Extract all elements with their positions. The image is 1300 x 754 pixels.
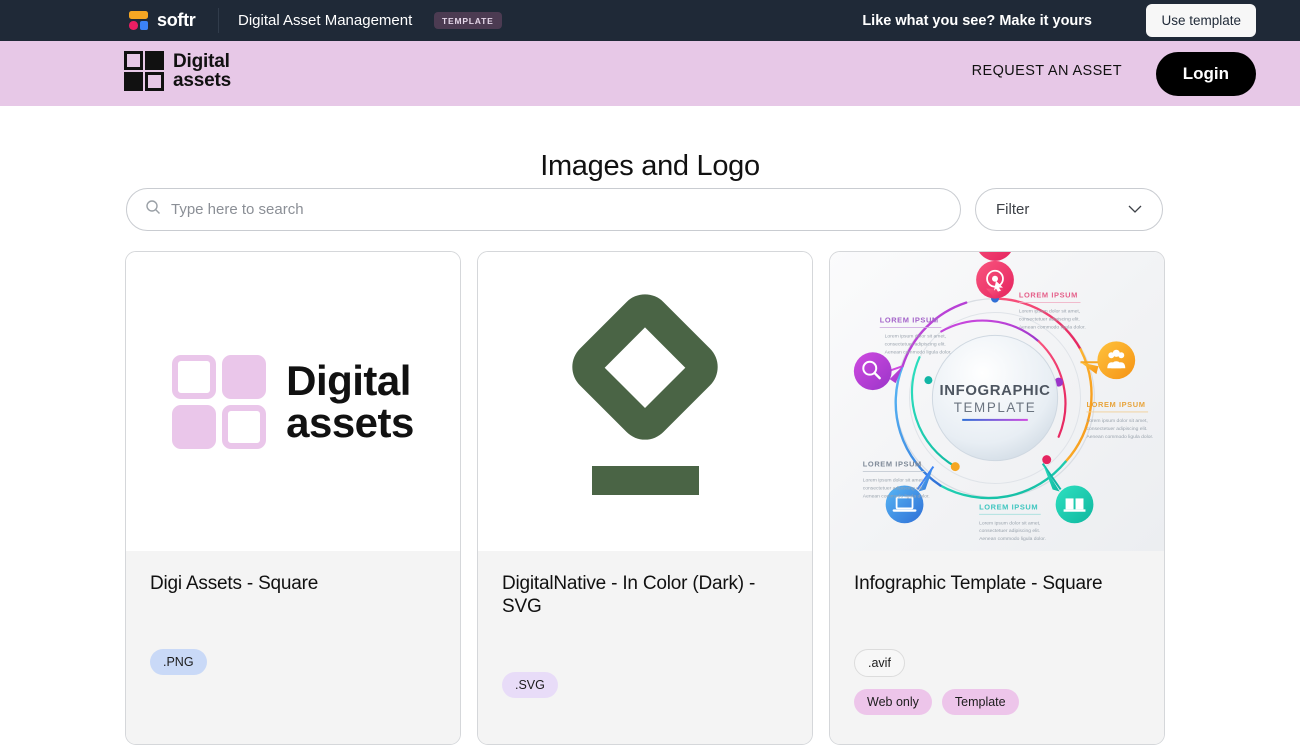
site-header: Digital assets REQUEST AN ASSET Login (0, 41, 1300, 106)
file-type-tag[interactable]: .SVG (502, 671, 558, 698)
artwork-grid-icon (172, 354, 267, 449)
asset-card-body: DigitalNative - In Color (Dark) - SVG .S… (478, 551, 812, 744)
svg-text:Aenean commodo ligula dolor.: Aenean commodo ligula dolor. (979, 536, 1046, 542)
asset-card-tag-row: .avif (854, 648, 1140, 677)
artwork-cell-outline-tl (172, 354, 217, 399)
svg-text:LOREM IPSUM: LOREM IPSUM (979, 502, 1038, 511)
svg-text:LOREM IPSUM: LOREM IPSUM (880, 315, 939, 324)
asset-card-image: INFOGRAPHIC TEMPLATE LOREM IPSUM Lorem i… (830, 252, 1164, 551)
page-title: Images and Logo (540, 150, 760, 182)
artwork-cell-filled-bl (172, 404, 217, 449)
bar-shape (591, 466, 699, 495)
svg-text:consectetuer adipiscing elit.: consectetuer adipiscing elit. (885, 341, 946, 347)
use-template-button[interactable]: Use template (1146, 4, 1256, 37)
svg-text:Lorem ipsum dolor sit amet,: Lorem ipsum dolor sit amet, (1086, 418, 1147, 424)
softr-cta-text: Like what you see? Make it yours (862, 12, 1092, 29)
artwork-cell-outline-br (222, 404, 267, 449)
asset-card-tag-row: .PNG (150, 648, 436, 675)
chevron-down-icon (1128, 201, 1142, 219)
search-filter-row: Filter (126, 188, 1163, 231)
infographic-svg: INFOGRAPHIC TEMPLATE LOREM IPSUM Lorem i… (853, 252, 1153, 542)
artwork-word-line-2: assets (286, 398, 414, 446)
site-logo-wordmark: Digital assets (173, 52, 231, 90)
search-input[interactable] (171, 201, 942, 218)
asset-card[interactable]: Digital assets Digi Assets - Square .PNG (125, 251, 461, 745)
infographic-template-artwork: INFOGRAPHIC TEMPLATE LOREM IPSUM Lorem i… (830, 252, 1164, 551)
diamond-hole-shape (604, 326, 686, 408)
digital-assets-logo-artwork: Digital assets (172, 354, 414, 449)
svg-text:LOREM IPSUM: LOREM IPSUM (1086, 400, 1145, 409)
softr-logo-mark (129, 11, 148, 30)
search-box[interactable] (126, 188, 961, 231)
login-button[interactable]: Login (1155, 52, 1256, 96)
softr-logo-square-shape (139, 21, 148, 30)
svg-text:Lorem ipsum dolor sit amet,: Lorem ipsum dolor sit amet, (863, 478, 924, 484)
logo-cell-filled-tr (145, 51, 164, 70)
artwork-word-line-1: Digital (286, 356, 411, 404)
svg-text:consectetuer adipiscing elit.: consectetuer adipiscing elit. (863, 485, 924, 491)
site-logo-line-2: assets (173, 70, 231, 91)
site-logo[interactable]: Digital assets (124, 51, 231, 91)
infographic-node-magnifier (853, 352, 903, 391)
file-type-tag[interactable]: .avif (854, 648, 905, 677)
svg-text:Lorem ipsum dolor sit amet,: Lorem ipsum dolor sit amet, (885, 333, 946, 339)
category-tag[interactable]: Web only (854, 688, 932, 715)
svg-text:Lorem ipsum dolor sit amet,: Lorem ipsum dolor sit amet, (1019, 309, 1080, 315)
template-badge: TEMPLATE (434, 12, 502, 29)
svg-text:LOREM IPSUM: LOREM IPSUM (1019, 291, 1078, 300)
request-an-asset-link[interactable]: REQUEST AN ASSET (972, 63, 1122, 79)
asset-card-grid: Digital assets Digi Assets - Square .PNG… (125, 251, 1165, 745)
asset-card-tag-row: .SVG (502, 671, 788, 698)
svg-text:Aenean commodo ligula dolor.: Aenean commodo ligula dolor. (1086, 434, 1153, 440)
infographic-node-book (1042, 463, 1094, 524)
category-tag[interactable]: Template (941, 688, 1019, 715)
filter-dropdown[interactable]: Filter (975, 188, 1163, 231)
svg-text:Aenean commodo ligula dolor.: Aenean commodo ligula dolor. (1019, 324, 1086, 330)
infographic-center-line-2: TEMPLATE (954, 400, 1037, 415)
softr-logo[interactable]: softr (129, 10, 196, 31)
header-divider (218, 8, 219, 33)
logo-cell-outline-tl (124, 51, 143, 70)
asset-card-body: Digi Assets - Square .PNG (126, 551, 460, 744)
asset-card-image (478, 252, 812, 551)
svg-text:consectetuer adipiscing elit.: consectetuer adipiscing elit. (979, 528, 1040, 534)
svg-text:Lorem ipsum dolor sit amet,: Lorem ipsum dolor sit amet, (979, 520, 1040, 526)
site-logo-line-1: Digital (173, 51, 230, 72)
filter-label: Filter (996, 201, 1030, 218)
asset-card-body: Infographic Template - Square .avif Web … (830, 551, 1164, 744)
asset-card-title: Infographic Template - Square (854, 573, 1103, 594)
svg-text:Aenean commodo ligula dolor.: Aenean commodo ligula dolor. (863, 493, 930, 499)
softr-logo-circle-shape (129, 21, 138, 30)
search-icon (145, 199, 161, 220)
svg-text:consectetuer adipiscing elit.: consectetuer adipiscing elit. (1086, 426, 1147, 432)
artwork-cell-filled-tr (222, 354, 267, 399)
file-type-tag[interactable]: .PNG (150, 648, 207, 675)
softr-top-bar: softr Digital Asset Management TEMPLATE … (0, 0, 1300, 41)
asset-card[interactable]: DigitalNative - In Color (Dark) - SVG .S… (477, 251, 813, 745)
artwork-wordmark: Digital assets (286, 356, 414, 446)
softr-logo-bar-shape (129, 11, 148, 19)
logo-cell-outline-br (145, 72, 164, 91)
asset-card-title: Digi Assets - Square (150, 573, 319, 594)
svg-text:LOREM IPSUM: LOREM IPSUM (863, 460, 922, 469)
softr-wordmark: softr (157, 10, 196, 30)
logo-cell-filled-bl (124, 72, 143, 91)
project-title: Digital Asset Management (238, 12, 413, 29)
infographic-center-line-1: INFOGRAPHIC (940, 383, 1051, 399)
infographic-node-target (976, 252, 1014, 299)
diamond-shape (561, 283, 729, 451)
svg-text:Aenean commodo ligula dolor.: Aenean commodo ligula dolor. (885, 349, 952, 355)
site-logo-grid-icon (124, 51, 164, 91)
asset-card[interactable]: INFOGRAPHIC TEMPLATE LOREM IPSUM Lorem i… (829, 251, 1165, 745)
asset-card-title: DigitalNative - In Color (Dark) - SVG (502, 573, 756, 617)
asset-card-image: Digital assets (126, 252, 460, 551)
svg-text:consectetuer adipiscing elit.: consectetuer adipiscing elit. (1019, 316, 1080, 322)
digitalnative-mark-artwork (561, 283, 729, 495)
asset-card-category-row: Web only Template (854, 688, 1140, 715)
